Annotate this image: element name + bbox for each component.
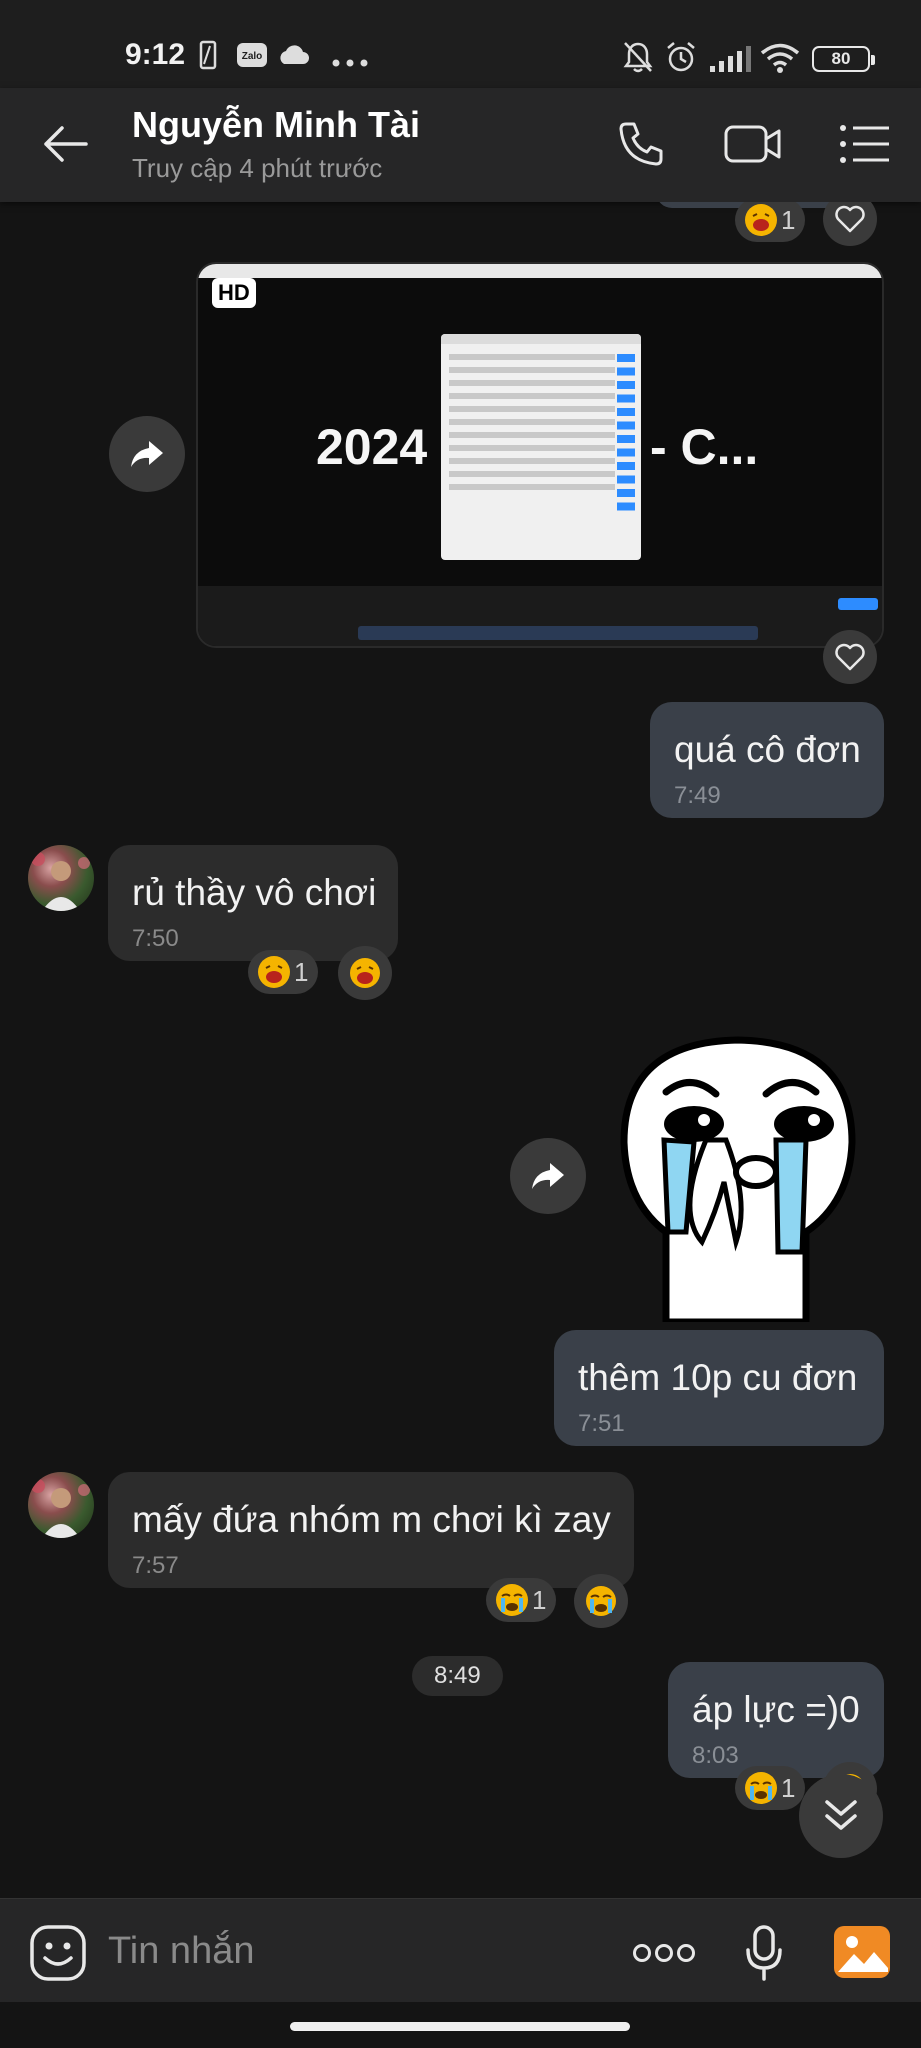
forward-button[interactable] (109, 416, 185, 492)
gallery-button[interactable] (830, 1923, 894, 1981)
incoming-message[interactable]: mấy đứa nhóm m chơi kì zay 7:57 (108, 1472, 634, 1588)
video-call-button[interactable] (718, 112, 788, 176)
crying-face-icon (496, 1584, 528, 1616)
battery-indicator: 80 (812, 46, 875, 72)
laughing-face-icon (745, 204, 777, 236)
svg-text:Zalo: Zalo (242, 51, 263, 62)
message-time: 7:51 (578, 1410, 625, 1437)
message-list[interactable]: 1 HD 2024 - C... quá cô đơn 7:49 rủ thầy… (0, 202, 921, 1898)
video-title-right: - C... (650, 419, 759, 475)
react-button[interactable] (338, 946, 392, 1000)
zalo-icon: Zalo (236, 42, 268, 73)
mute-icon (622, 40, 654, 79)
microphone-button[interactable] (734, 1923, 794, 1983)
voice-call-button[interactable] (606, 112, 676, 176)
chat-screen: 9:12 Zalo 80 Nguyễn Minh Tài Truy cập 4 … (0, 0, 921, 2048)
outgoing-message[interactable]: áp lực =)0 8:03 (668, 1662, 884, 1778)
message-time: 7:49 (674, 782, 721, 809)
alarm-icon (664, 40, 698, 79)
chat-header: Nguyễn Minh Tài Truy cập 4 phút trước (0, 88, 921, 202)
breakout-rooms-panel (441, 334, 641, 560)
home-indicator[interactable] (290, 2022, 630, 2031)
more-options-button[interactable] (632, 1923, 696, 1983)
message-time: 7:50 (132, 925, 179, 952)
time-separator: 8:49 (412, 1656, 503, 1696)
signal-icon (708, 44, 752, 79)
contact-avatar[interactable] (28, 1472, 94, 1538)
more-notifications-icon (332, 54, 368, 72)
contact-status: Truy cập 4 phút trước (132, 153, 383, 183)
reaction-pill[interactable]: 1 (735, 1766, 806, 1810)
back-button[interactable] (30, 112, 100, 176)
outgoing-message[interactable]: thêm 10p cu đơn 7:51 (554, 1330, 884, 1446)
cloud-icon (276, 44, 310, 71)
like-button[interactable] (823, 630, 877, 684)
message-text: rủ thầy vô chơi (132, 872, 377, 913)
message-text: quá cô đơn (674, 729, 861, 770)
reaction-pill[interactable]: 1 (486, 1578, 557, 1622)
incoming-message[interactable]: rủ thầy vô chơi 7:50 (108, 845, 398, 961)
message-text: thêm 10p cu đơn (578, 1357, 858, 1398)
scroll-to-bottom-button[interactable] (799, 1774, 883, 1858)
video-window-bar (198, 264, 882, 278)
reaction-count: 1 (781, 204, 796, 235)
message-text: áp lực =)0 (692, 1689, 860, 1730)
message-time: 7:57 (132, 1552, 179, 1579)
wifi-icon (760, 42, 800, 79)
like-button[interactable] (823, 202, 877, 246)
message-input[interactable] (108, 1921, 608, 1981)
laughing-face-icon (258, 956, 290, 988)
message-composer (0, 1898, 921, 2002)
status-bar: 9:12 Zalo 80 (0, 0, 921, 88)
hd-badge: HD (212, 278, 256, 308)
contact-name[interactable]: Nguyễn Minh Tài (132, 104, 420, 146)
video-message[interactable]: HD 2024 - C... (196, 262, 884, 648)
outgoing-message[interactable]: quá cô đơn 7:49 (650, 702, 884, 818)
system-nav-bar (0, 2002, 921, 2048)
crying-face-icon (745, 1772, 777, 1804)
message-text: mấy đứa nhóm m chơi kì zay (132, 1499, 611, 1540)
crying-character-sticker[interactable] (606, 1032, 870, 1326)
contact-avatar[interactable] (28, 845, 94, 911)
sticker-button[interactable] (28, 1923, 88, 1983)
options-menu-button[interactable] (830, 112, 900, 176)
react-button[interactable] (574, 1574, 628, 1628)
forward-button[interactable] (510, 1138, 586, 1214)
reaction-count: 1 (781, 1772, 796, 1803)
reaction-pill[interactable]: 1 (735, 202, 806, 242)
video-taskbar (198, 586, 882, 646)
phone-vibrate-icon (198, 40, 220, 75)
reaction-count: 1 (532, 1584, 547, 1615)
reaction-count: 1 (294, 956, 309, 987)
status-time: 9:12 (125, 38, 186, 71)
video-title-left: 2024 (316, 419, 428, 475)
reaction-pill[interactable]: 1 (248, 950, 319, 994)
